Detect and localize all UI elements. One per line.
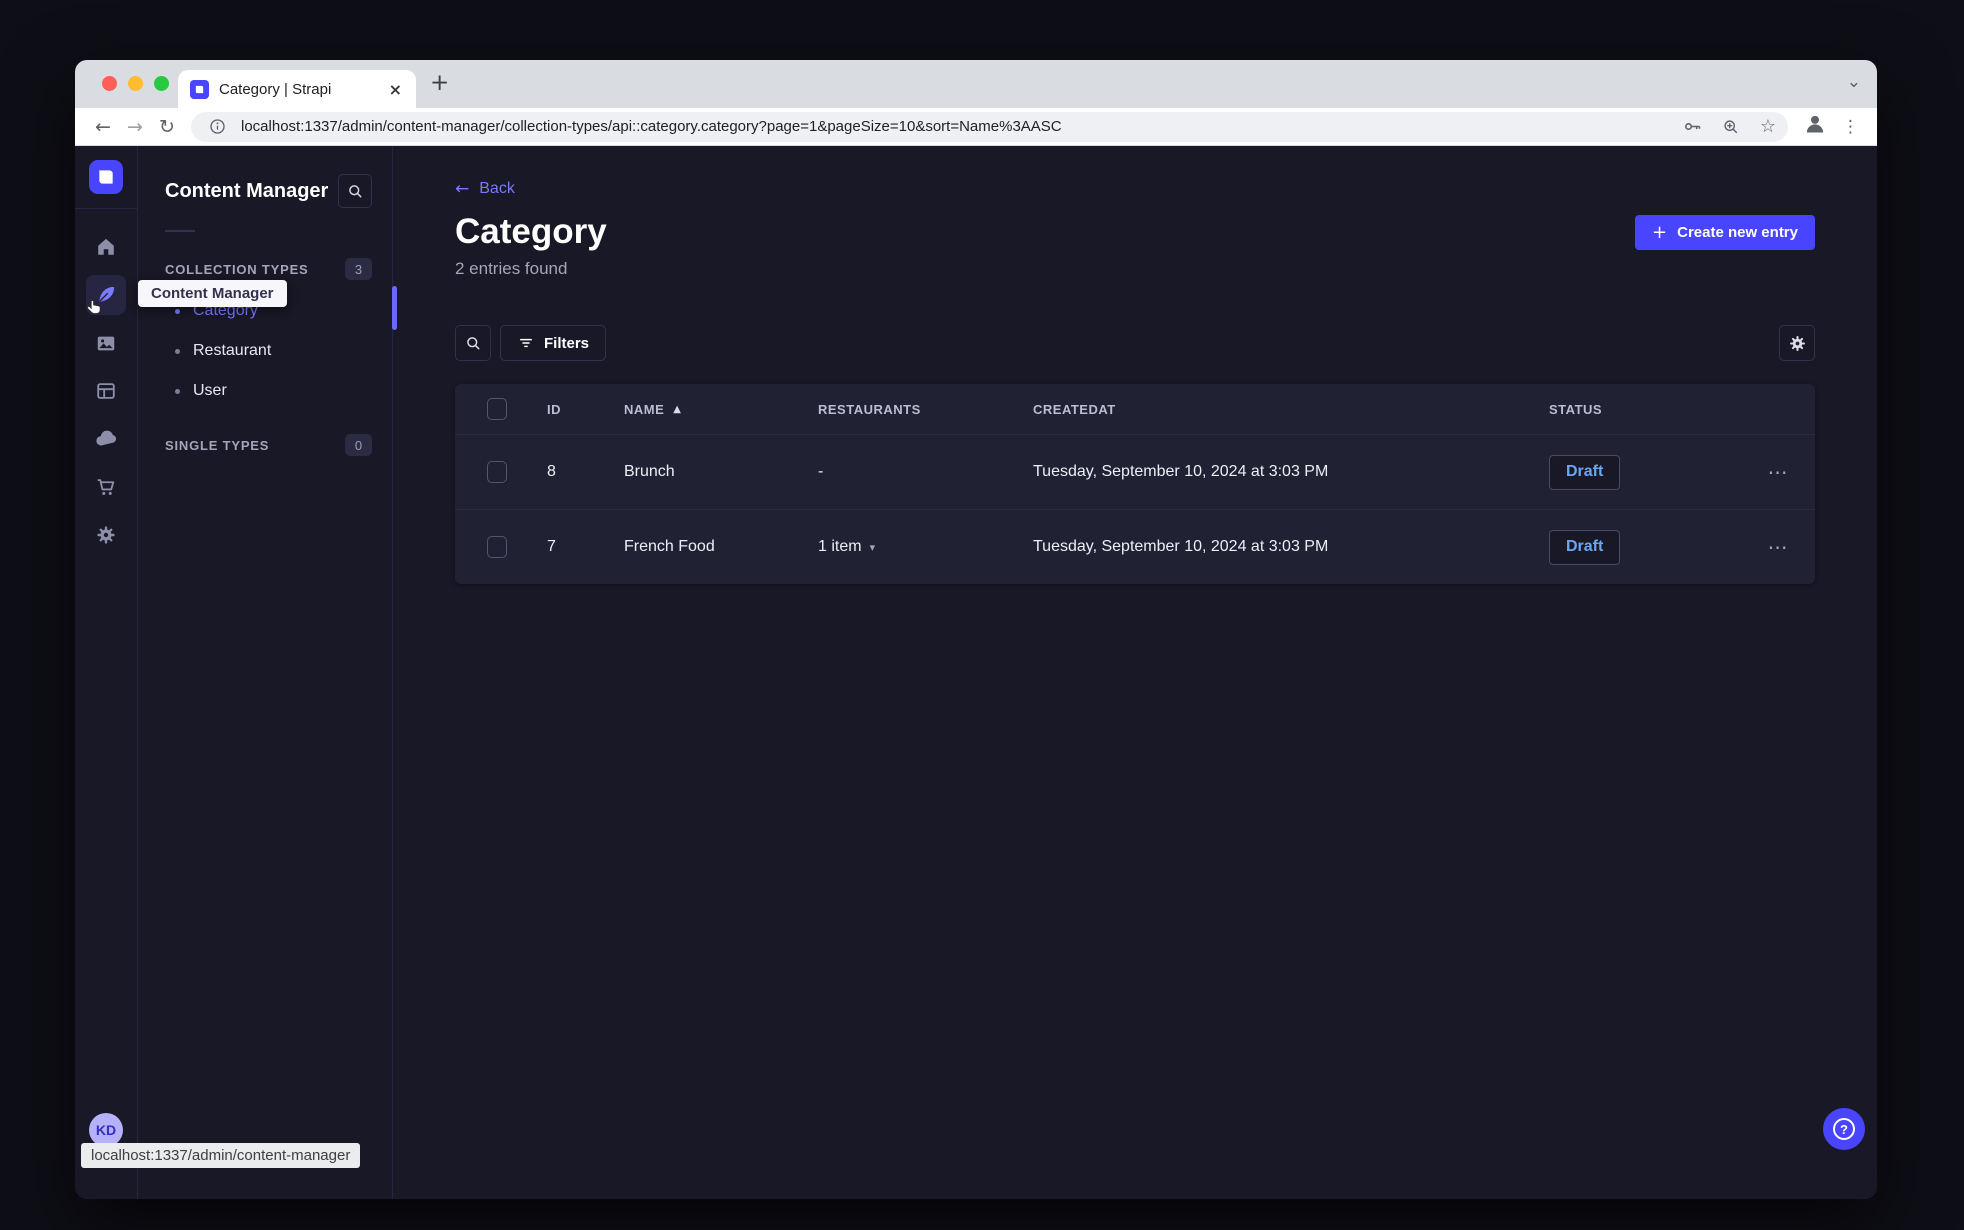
back-link[interactable]: ← Back [455, 179, 515, 199]
cell-createdat: Tuesday, September 10, 2024 at 3:03 PM [1033, 538, 1329, 555]
row-checkbox[interactable] [487, 536, 507, 558]
filters-label: Filters [544, 334, 590, 352]
back-arrow-icon: ← [455, 179, 470, 199]
mouse-cursor [86, 299, 103, 321]
chevron-down-icon: ▾ [869, 540, 876, 554]
tab-search-chevron-icon[interactable]: ⌄ [1847, 72, 1861, 92]
browser-window: Category | Strapi × + ⌄ ← → ↻ localhost:… [75, 60, 1877, 1199]
row-actions-menu-icon[interactable]: ⋯ [1768, 460, 1789, 484]
table-search-button[interactable] [455, 325, 491, 361]
status-badge: Draft [1549, 454, 1621, 490]
single-types-count-badge: 0 [345, 434, 372, 456]
zoom-window-button[interactable] [154, 76, 169, 91]
profile-avatar-icon[interactable] [1802, 111, 1828, 142]
content-manager-tooltip: Content Manager [138, 280, 287, 307]
help-button[interactable]: ? [1823, 1108, 1865, 1150]
subnav-item-restaurant[interactable]: Restaurant [138, 331, 392, 371]
bullet-icon [175, 308, 180, 314]
nav-content-manager-icon[interactable] [86, 275, 126, 315]
row-checkbox[interactable] [487, 461, 507, 483]
cell-name: French Food [624, 538, 715, 555]
header-name-label: NAME [624, 401, 665, 417]
subnav-item-label: Restaurant [193, 342, 272, 359]
user-avatar[interactable]: KD [89, 1113, 123, 1147]
cell-restaurants: 1 item [818, 538, 862, 555]
traffic-lights [102, 76, 169, 91]
cell-id: 8 [547, 463, 556, 480]
zoom-page-icon[interactable] [1716, 117, 1744, 136]
main-nav-rail: KD [75, 146, 138, 1199]
nav-home-icon[interactable] [86, 227, 126, 267]
tab-title: Category | Strapi [219, 80, 332, 98]
browser-tab[interactable]: Category | Strapi × [178, 70, 416, 108]
nav-media-library-icon[interactable] [86, 323, 126, 363]
header-createdat: CREATEDAT [1033, 401, 1116, 417]
browser-back-button[interactable]: ← [87, 116, 119, 138]
rail-divider [75, 208, 138, 209]
status-badge: Draft [1549, 529, 1621, 565]
strapi-logo[interactable] [89, 160, 123, 194]
back-label: Back [479, 180, 515, 197]
tab-strip: Category | Strapi × + ⌄ [75, 60, 1877, 108]
header-status: STATUS [1549, 401, 1603, 417]
sort-asc-icon: ▲ [673, 403, 682, 415]
select-all-checkbox[interactable] [487, 398, 507, 420]
header-name-sort-button[interactable]: NAME ▲ [624, 402, 681, 417]
strapi-app: KD Content Manager COLLECTION TYPES 3 Ca… [75, 146, 1877, 1199]
cell-name: Brunch [624, 463, 675, 480]
minimize-window-button[interactable] [128, 76, 143, 91]
table-row-french-food[interactable]: 7 French Food 1 item ▾ Tuesday, Septembe… [455, 509, 1815, 584]
strapi-favicon [190, 79, 209, 99]
filters-button[interactable]: Filters [500, 325, 607, 361]
password-manager-icon[interactable] [1678, 116, 1706, 137]
filter-icon [520, 338, 532, 348]
cell-id: 7 [547, 538, 556, 555]
browser-menu-icon[interactable]: ⋮ [1836, 117, 1865, 137]
subnav-item-user[interactable]: User [138, 371, 392, 411]
link-preview-status-bar: localhost:1337/admin/content-manager [81, 1143, 361, 1168]
table-row-brunch[interactable]: 8 Brunch - Tuesday, September 10, 2024 a… [455, 434, 1815, 509]
entries-count: 2 entries found [455, 259, 568, 278]
table-settings-button[interactable] [1779, 325, 1815, 361]
active-item-indicator [392, 286, 397, 330]
subnav-divider [165, 230, 195, 232]
collection-types-count-badge: 3 [345, 258, 372, 280]
header-restaurants: RESTAURANTS [818, 401, 921, 417]
main-content: ← Back Category + Create new entry 2 ent… [393, 146, 1877, 1199]
nav-content-type-builder-icon[interactable] [86, 371, 126, 411]
subnav-item-label: User [193, 382, 227, 399]
new-tab-button[interactable]: + [430, 72, 449, 95]
tab-close-icon[interactable]: × [387, 80, 404, 99]
question-mark-icon: ? [1833, 1118, 1855, 1140]
browser-reload-button[interactable]: ↻ [151, 116, 183, 138]
bullet-icon [175, 388, 180, 394]
entries-table: ID NAME ▲ RESTAURANTS CREATEDAT STATUS 8 [455, 384, 1815, 584]
create-new-entry-button[interactable]: + Create new entry [1635, 214, 1815, 250]
url-text[interactable]: localhost:1337/admin/content-manager/col… [241, 118, 1668, 135]
row-actions-menu-icon[interactable]: ⋯ [1768, 535, 1789, 559]
restaurants-expand-button[interactable]: 1 item ▾ [818, 538, 875, 556]
subnav-title: Content Manager [165, 180, 329, 202]
nav-cloud-icon[interactable] [86, 419, 126, 459]
collection-types-label: COLLECTION TYPES [165, 261, 309, 277]
site-info-icon[interactable] [203, 117, 231, 136]
plus-icon: + [1652, 221, 1668, 243]
single-types-label: SINGLE TYPES [165, 437, 270, 453]
page-title: Category [455, 212, 607, 251]
cell-restaurants: - [818, 463, 824, 480]
table-header-row: ID NAME ▲ RESTAURANTS CREATEDAT STATUS [455, 384, 1815, 434]
nav-settings-icon[interactable] [86, 515, 126, 555]
browser-forward-button[interactable]: → [119, 116, 151, 138]
header-id: ID [547, 401, 561, 417]
create-new-entry-label: Create new entry [1677, 223, 1798, 241]
browser-toolbar: ← → ↻ localhost:1337/admin/content-manag… [75, 108, 1877, 146]
cell-createdat: Tuesday, September 10, 2024 at 3:03 PM [1033, 463, 1329, 480]
nav-marketplace-icon[interactable] [86, 467, 126, 507]
subnav-search-button[interactable] [338, 174, 372, 208]
bullet-icon [175, 348, 180, 354]
bookmark-star-icon[interactable]: ☆ [1754, 116, 1782, 137]
close-window-button[interactable] [102, 76, 117, 91]
address-bar[interactable]: localhost:1337/admin/content-manager/col… [191, 111, 1788, 142]
toolbar-right: ⋮ [1796, 111, 1865, 142]
